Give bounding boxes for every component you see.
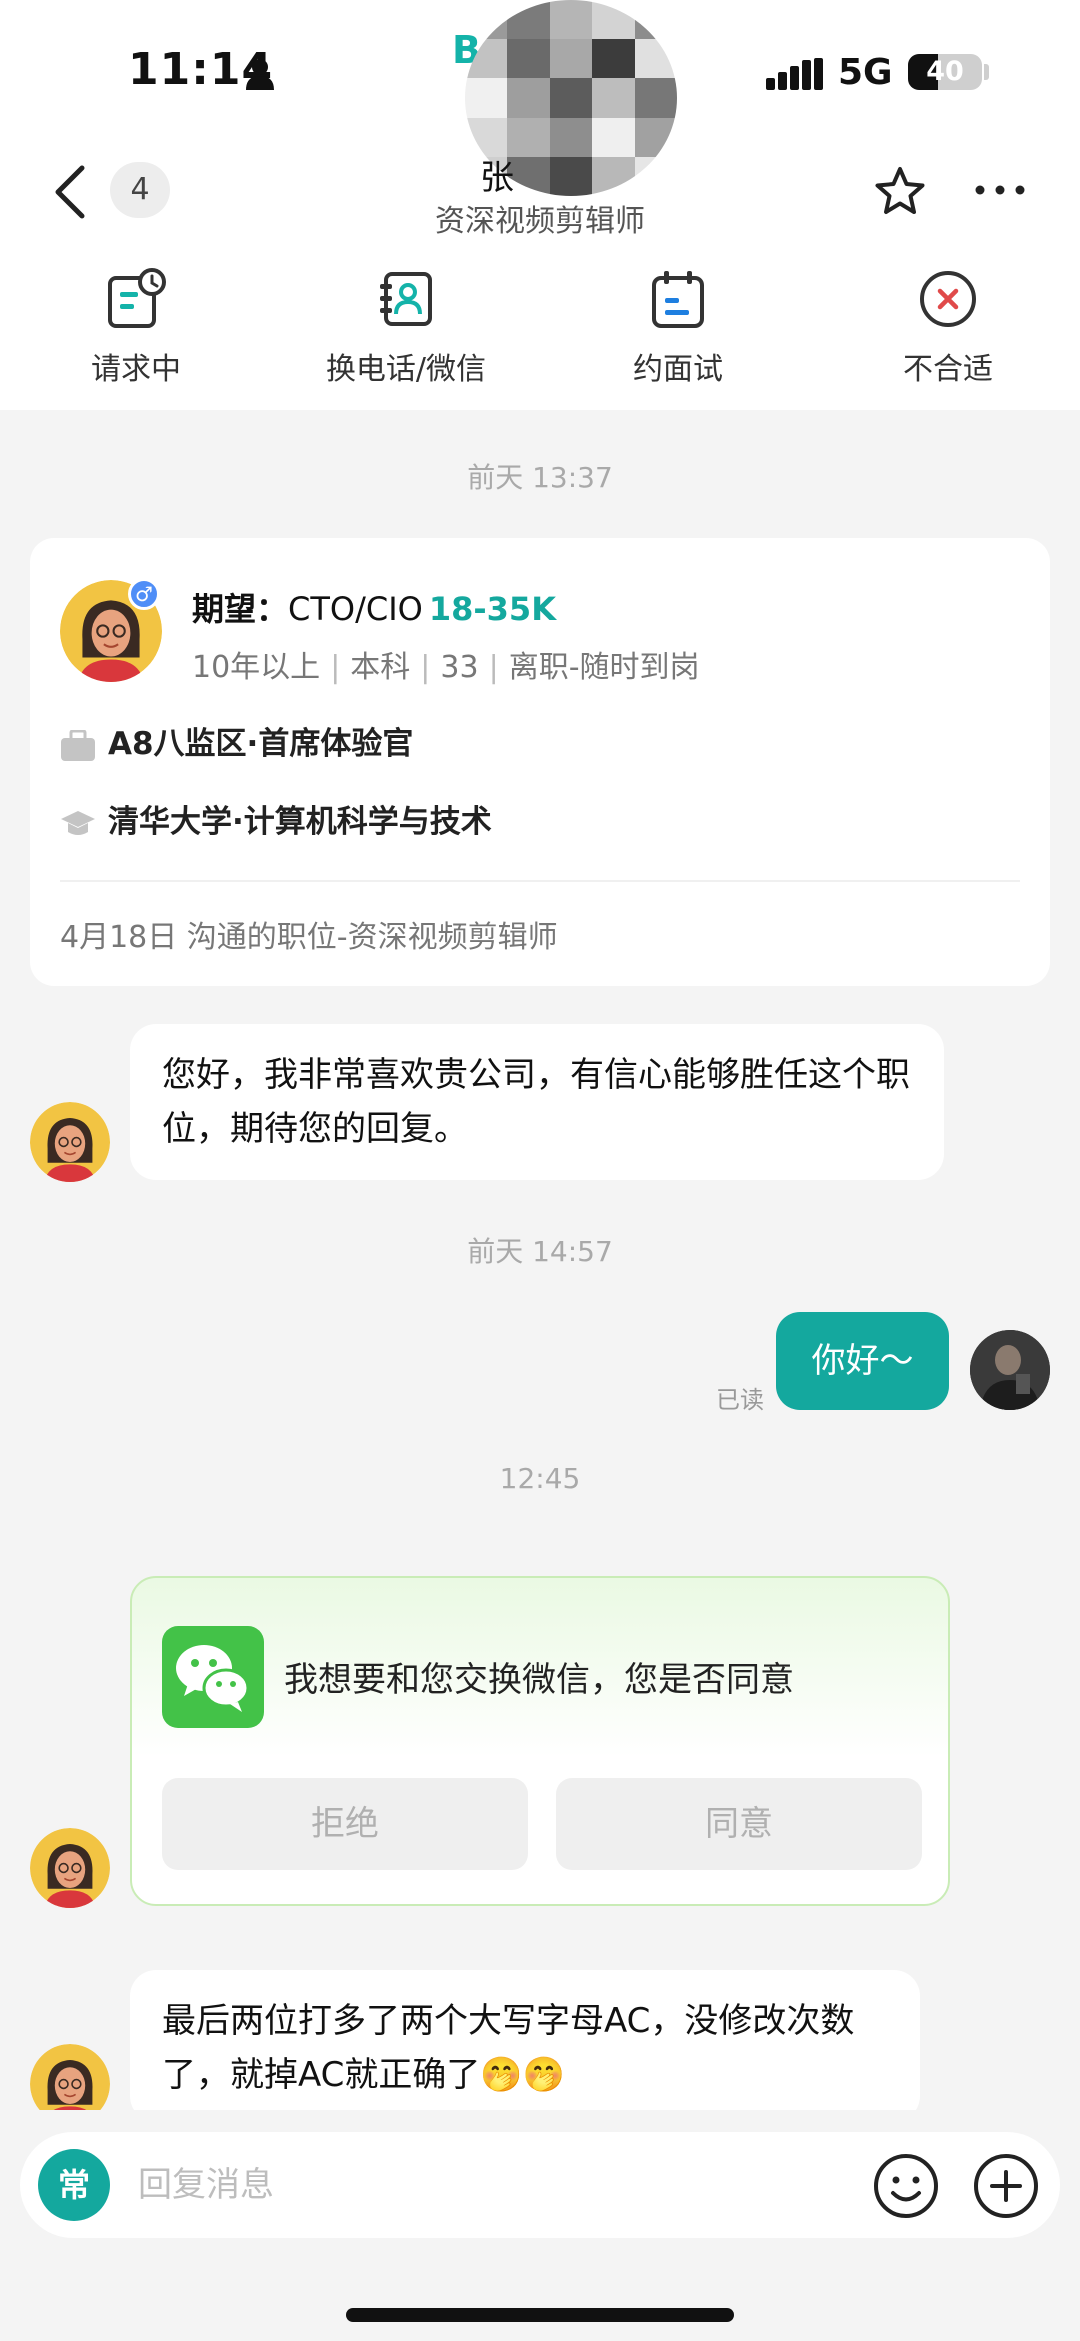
candidate-meta: 10年以上 | 本科 | 33 | 离职-随时到岗 xyxy=(192,650,700,685)
emoji-icon[interactable] xyxy=(872,2152,940,2220)
graduation-cap-icon xyxy=(61,810,95,835)
action-label: 约面试 xyxy=(633,352,723,387)
briefcase-icon xyxy=(61,729,95,761)
battery-icon: 40 xyxy=(908,54,982,90)
woman-avatar-icon xyxy=(30,1828,110,1908)
action-label: 换电话/微信 xyxy=(325,352,487,387)
meta-experience: 10年以上 xyxy=(192,650,321,685)
outgoing-message[interactable]: 你好～ xyxy=(776,1312,949,1410)
mosaic-cell xyxy=(549,117,593,157)
expect-role: CTO/CIO xyxy=(288,590,423,628)
work-experience-row: A8八监区·首席体验官 xyxy=(60,718,413,763)
plus-icon[interactable] xyxy=(972,2152,1040,2220)
mosaic-cell xyxy=(507,39,550,79)
mosaic-cell xyxy=(592,117,635,157)
action-not-suitable[interactable]: 不合适 xyxy=(848,268,1048,388)
meta-degree: 本科 xyxy=(350,650,411,685)
more-icon[interactable] xyxy=(972,178,1028,202)
reject-circle-icon xyxy=(920,271,976,327)
contact-name: 张 xyxy=(480,158,514,198)
home-indicator xyxy=(346,2308,734,2322)
action-schedule-interview[interactable]: 约面试 xyxy=(578,268,778,388)
education-text: 清华大学·计算机科学与技术 xyxy=(108,804,492,840)
mosaic-cell xyxy=(549,78,593,118)
action-exchange-contact[interactable]: 换电话/微信 xyxy=(306,268,506,388)
timestamp: 前天 13:37 xyxy=(467,461,613,494)
reject-button[interactable]: 拒绝 xyxy=(162,1778,528,1870)
request-pending-icon xyxy=(108,268,166,328)
mosaic-cell xyxy=(549,156,593,196)
woman-avatar-icon xyxy=(30,1102,110,1182)
meta-age: 33 xyxy=(440,650,479,685)
action-request-pending[interactable]: 请求中 xyxy=(36,268,236,388)
accept-button[interactable]: 同意 xyxy=(556,1778,922,1870)
read-status: 已读 xyxy=(716,1386,764,1414)
my-avatar[interactable] xyxy=(970,1330,1050,1410)
person-icon xyxy=(246,59,274,90)
expect-label: 期望： xyxy=(192,590,289,628)
male-gender-icon: ♂ xyxy=(128,578,160,610)
mosaic-cell xyxy=(549,0,593,40)
candidate-resume-card[interactable]: ♂ 期望：CTO/CIO 18-35K 10年以上 | 本科 | 33 | 离职-随时到岗 A… xyxy=(30,538,1050,986)
salary-range: 18-35K xyxy=(428,590,556,628)
mosaic-cell xyxy=(465,78,508,118)
network-type: 5G xyxy=(838,52,893,93)
timestamp: 12:45 xyxy=(499,1462,581,1495)
mosaic-cell xyxy=(592,78,635,118)
mosaic-cell xyxy=(549,39,593,79)
mosaic-cell xyxy=(592,39,635,79)
cellular-signal-icon xyxy=(766,58,823,90)
reply-input-bar: 常 xyxy=(20,2132,1060,2238)
action-label: 请求中 xyxy=(91,352,181,387)
incoming-message[interactable]: 最后两位打多了两个大写字母AC，没修改次数了，就掉AC就正确了🤭🤭 xyxy=(130,1970,920,2122)
wechat-exchange-request-card: 我想要和您交换微信，您是否同意 拒绝 同意 xyxy=(130,1576,950,1906)
timestamp: 前天 14:57 xyxy=(467,1235,613,1268)
user-photo-icon xyxy=(970,1330,1050,1410)
action-label: 不合适 xyxy=(903,352,993,387)
work-text: A8八监区·首席体验官 xyxy=(108,726,414,762)
candidate-avatar[interactable] xyxy=(30,1102,110,1182)
reply-input[interactable] xyxy=(138,2150,858,2220)
mosaic-cell xyxy=(634,78,677,118)
calendar-icon xyxy=(652,271,704,328)
card-footer: 4月18日 沟通的职位-资深视频剪辑师 xyxy=(60,920,558,955)
incoming-message[interactable]: 您好，我非常喜欢贵公司，有信心能够胜任这个职位，期待您的回复。 xyxy=(130,1024,944,1180)
candidate-avatar[interactable] xyxy=(30,1828,110,1908)
wechat-request-text: 我想要和您交换微信，您是否同意 xyxy=(284,1660,794,1700)
exchange-contact-icon xyxy=(380,272,432,326)
star-icon[interactable] xyxy=(872,164,928,220)
education-row: 清华大学·计算机科学与技术 xyxy=(60,796,492,841)
mosaic-cell xyxy=(507,78,550,118)
meta-status: 离职-随时到岗 xyxy=(508,650,700,685)
common-phrases-button[interactable]: 常 xyxy=(38,2149,110,2221)
card-divider xyxy=(60,880,1020,882)
battery-nub xyxy=(984,64,989,80)
wechat-icon xyxy=(162,1626,264,1728)
expectation-line: 期望：CTO/CIO 18-35K xyxy=(192,584,556,630)
battery-level: 40 xyxy=(926,56,964,87)
